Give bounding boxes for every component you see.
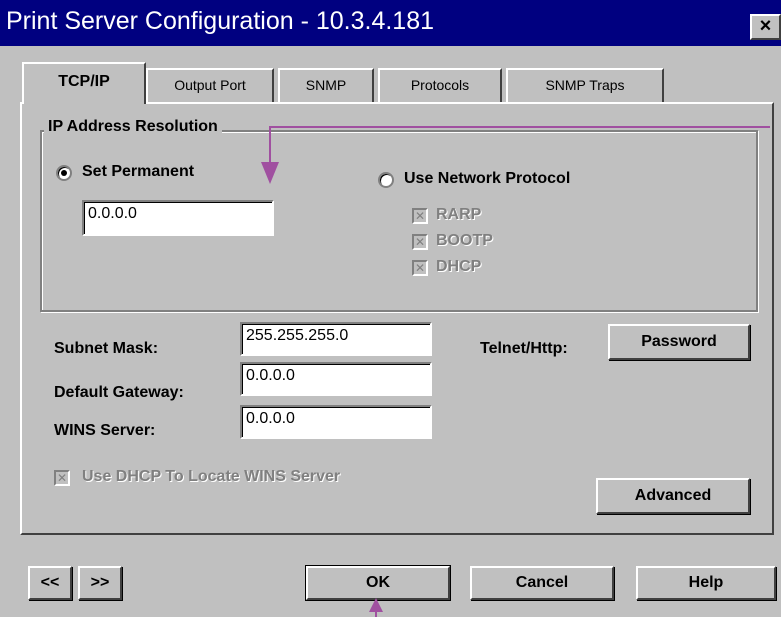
wins-server-value: 0.0.0.0 bbox=[246, 410, 295, 427]
tab-output-port[interactable]: Output Port bbox=[146, 68, 274, 102]
tab-tcp-ip[interactable]: TCP/IP bbox=[22, 62, 146, 104]
wins-server-label: WINS Server: bbox=[54, 422, 156, 439]
callout-arrow-down-icon bbox=[261, 162, 279, 184]
callout-line-vertical bbox=[269, 126, 271, 164]
check-icon: ✕ bbox=[414, 209, 426, 223]
use-network-protocol-label: Use Network Protocol bbox=[404, 170, 571, 187]
ok-button[interactable]: OK bbox=[305, 565, 451, 601]
radio-selected-dot bbox=[61, 170, 67, 176]
advanced-button[interactable]: Advanced bbox=[596, 478, 750, 514]
callout-line-horizontal bbox=[270, 126, 770, 128]
next-button-label: >> bbox=[90, 574, 110, 591]
close-icon: × bbox=[759, 15, 772, 37]
wins-server-input[interactable]: 0.0.0.0 bbox=[240, 405, 432, 439]
subnet-mask-input[interactable]: 255.255.255.0 bbox=[240, 322, 432, 356]
default-gateway-label: Default Gateway: bbox=[54, 384, 184, 401]
print-server-dialog: Print Server Configuration - 10.3.4.181 … bbox=[0, 0, 781, 617]
tab-protocols[interactable]: Protocols bbox=[378, 68, 502, 102]
ip-resolution-legend: IP Address Resolution bbox=[44, 118, 222, 136]
ok-button-label: OK bbox=[366, 574, 390, 591]
help-button[interactable]: Help bbox=[636, 566, 776, 600]
cancel-button-label: Cancel bbox=[515, 574, 569, 591]
use-dhcp-wins-checkbox[interactable]: ✕ bbox=[54, 470, 70, 486]
set-permanent-radio[interactable] bbox=[56, 165, 72, 181]
previous-button-label: << bbox=[40, 574, 60, 591]
tab-label: Protocols bbox=[410, 77, 470, 93]
next-button[interactable]: >> bbox=[78, 566, 122, 600]
advanced-button-label: Advanced bbox=[634, 487, 712, 504]
dhcp-checkbox[interactable]: ✕ bbox=[412, 260, 428, 276]
tab-label: TCP/IP bbox=[58, 73, 110, 90]
use-dhcp-wins-label: Use DHCP To Locate WINS Server bbox=[82, 468, 341, 485]
password-button-label: Password bbox=[641, 333, 717, 350]
cancel-button[interactable]: Cancel bbox=[470, 566, 614, 600]
default-gateway-value: 0.0.0.0 bbox=[246, 367, 295, 384]
subnet-mask-label: Subnet Mask: bbox=[54, 340, 159, 357]
help-button-label: Help bbox=[688, 574, 724, 591]
tab-snmp-traps[interactable]: SNMP Traps bbox=[506, 68, 664, 102]
bootp-checkbox[interactable]: ✕ bbox=[412, 234, 428, 250]
tab-label: SNMP bbox=[305, 77, 347, 93]
check-icon: ✕ bbox=[414, 261, 426, 275]
tab-snmp[interactable]: SNMP bbox=[278, 68, 374, 102]
window-title: Print Server Configuration - 10.3.4.181 bbox=[6, 7, 435, 35]
subnet-mask-value: 255.255.255.0 bbox=[246, 327, 349, 344]
ip-address-input[interactable]: 0.0.0.0 bbox=[82, 200, 274, 236]
rarp-checkbox[interactable]: ✕ bbox=[412, 208, 428, 224]
callout-line-ok bbox=[375, 610, 377, 617]
bootp-label: BOOTP bbox=[436, 232, 493, 249]
ip-address-value: 0.0.0.0 bbox=[88, 205, 137, 222]
default-gateway-input[interactable]: 0.0.0.0 bbox=[240, 362, 432, 396]
previous-button[interactable]: << bbox=[28, 566, 72, 600]
use-network-protocol-radio[interactable] bbox=[378, 172, 394, 188]
check-icon: ✕ bbox=[414, 235, 426, 249]
rarp-label: RARP bbox=[436, 206, 482, 223]
dhcp-label: DHCP bbox=[436, 258, 482, 275]
tab-label: SNMP Traps bbox=[545, 77, 625, 93]
telnet-http-label: Telnet/Http: bbox=[480, 340, 568, 357]
title-bar: Print Server Configuration - 10.3.4.181 … bbox=[0, 0, 781, 46]
check-icon: ✕ bbox=[56, 471, 68, 485]
tab-label: Output Port bbox=[174, 77, 246, 93]
set-permanent-label: Set Permanent bbox=[82, 163, 195, 180]
close-button[interactable]: × bbox=[750, 14, 781, 40]
password-button[interactable]: Password bbox=[608, 324, 750, 360]
